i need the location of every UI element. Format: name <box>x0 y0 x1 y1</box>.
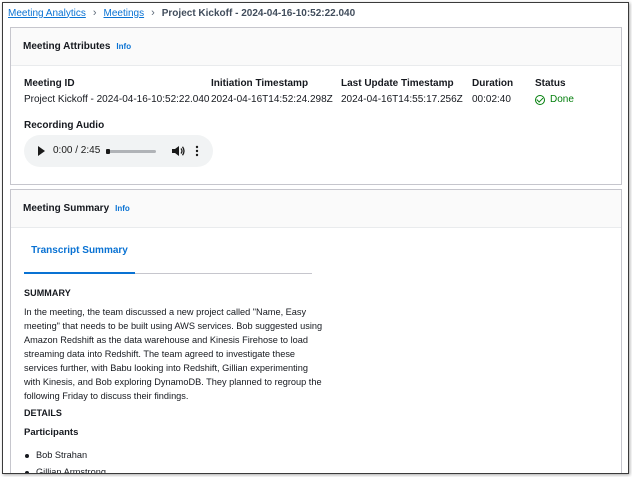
breadcrumb-meetings[interactable]: Meetings <box>104 8 145 19</box>
details-heading: DETAILS <box>24 408 62 418</box>
attr-label: Initiation Timestamp <box>211 78 309 89</box>
tab-list: Transcript Summary <box>24 228 312 274</box>
info-link[interactable]: Info <box>115 204 130 213</box>
tab-transcript-summary[interactable]: Transcript Summary <box>24 228 135 274</box>
audio-player: 0:00 / 2:45 <box>24 135 213 167</box>
attr-status: Status Done <box>535 78 574 105</box>
attr-label: Status <box>535 78 566 89</box>
attr-label: Duration <box>472 78 514 89</box>
attr-value: Project Kickoff - 2024-04-16-10:52:22.04… <box>24 94 210 105</box>
audio-time: 0:00 / 2:45 <box>53 145 101 156</box>
attr-value: 2024-04-16T14:52:24.298Z <box>211 94 333 105</box>
participants-list: Bob Strahan Gillian Armstrong <box>24 447 324 473</box>
breadcrumb-meeting-analytics[interactable]: Meeting Analytics <box>8 8 86 19</box>
card-header: Meeting Summary Info <box>11 190 621 228</box>
attr-duration: Duration 00:02:40 <box>472 78 513 105</box>
status-text: Done <box>550 94 574 105</box>
meeting-attributes-card: Meeting Attributes Info Meeting ID Proje… <box>10 27 622 185</box>
app-frame: Meeting Analytics › Meetings › Project K… <box>2 2 629 474</box>
summary-text: In the meeting, the team discussed a new… <box>24 307 323 401</box>
participants-heading: Participants <box>24 427 79 438</box>
summary-heading: SUMMARY <box>24 288 71 298</box>
attr-value: 2024-04-16T14:55:17.256Z <box>341 94 463 105</box>
status-value: Done <box>535 94 574 105</box>
attr-last-update-timestamp: Last Update Timestamp 2024-04-16T14:55:1… <box>341 78 463 105</box>
play-icon[interactable] <box>38 146 45 156</box>
breadcrumb: Meeting Analytics › Meetings › Project K… <box>8 7 355 19</box>
attr-label: Meeting ID <box>24 78 75 89</box>
card-header: Meeting Attributes Info <box>11 28 621 66</box>
check-circle-icon <box>535 94 545 105</box>
attr-value: 00:02:40 <box>472 94 511 105</box>
card-title: Meeting Summary <box>23 203 110 214</box>
attr-label: Last Update Timestamp <box>341 78 454 89</box>
list-item: Gillian Armstrong <box>24 464 324 473</box>
summary-content: SUMMARY In the meeting, the team discuss… <box>24 288 324 473</box>
chevron-right-icon: › <box>92 7 97 19</box>
attr-initiation-timestamp: Initiation Timestamp 2024-04-16T14:52:24… <box>211 78 333 105</box>
card-title: Meeting Attributes <box>23 41 111 52</box>
attr-meeting-id: Meeting ID Project Kickoff - 2024-04-16-… <box>24 78 210 105</box>
chevron-right-icon: › <box>151 7 155 19</box>
audio-progress-slider[interactable] <box>106 149 156 154</box>
list-item: Bob Strahan <box>24 447 324 464</box>
attributes-grid: Meeting ID Project Kickoff - 2024-04-16-… <box>24 78 621 118</box>
volume-icon[interactable] <box>171 145 185 157</box>
breadcrumb-current: Project Kickoff - 2024-04-16-10:52:22.04… <box>161 7 356 19</box>
info-link[interactable]: Info <box>116 42 131 51</box>
recording-audio-label: Recording Audio <box>24 120 105 131</box>
more-options-icon[interactable] <box>195 145 199 157</box>
progress-thumb[interactable] <box>106 149 110 154</box>
meeting-summary-card: Meeting Summary Info Transcript Summary … <box>10 189 622 473</box>
